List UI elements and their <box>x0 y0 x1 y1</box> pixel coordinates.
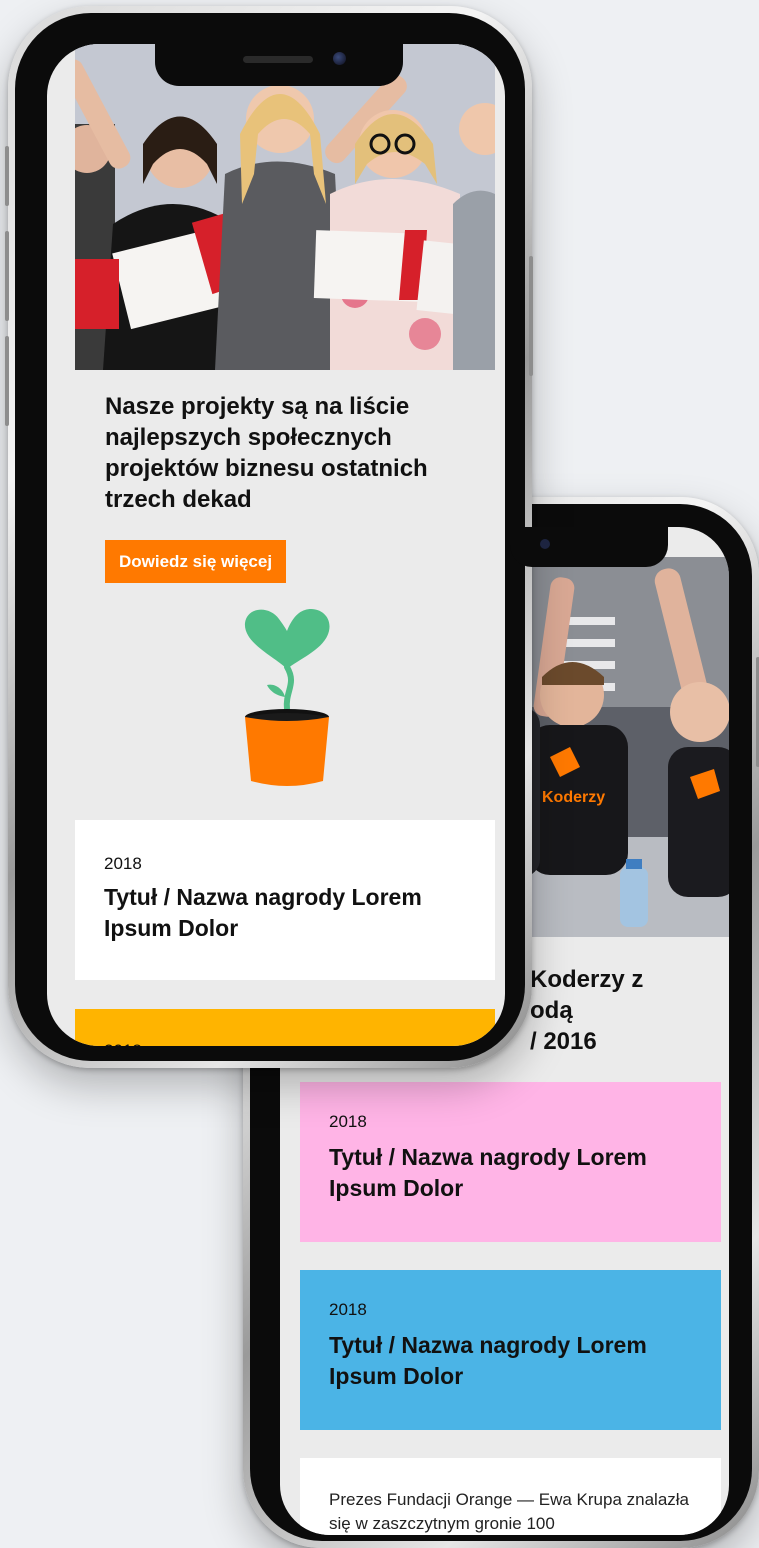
phone-front-bezel: Nasze projekty są na liście najlepszych … <box>15 13 525 1061</box>
award-card-white[interactable]: 2018 Tytuł / Nazwa nagrody Lorem Ipsum D… <box>75 820 495 980</box>
award-card-blue[interactable]: 2018 Tytuł / Nazwa nagrody Lorem Ipsum D… <box>300 1270 721 1430</box>
speaker-grille <box>243 56 313 63</box>
award-title: Tytuł / Nazwa nagrody Lorem Ipsum Dolor <box>329 1144 647 1201</box>
svg-text:Koderzy: Koderzy <box>542 789 605 806</box>
award-year: 2018 <box>329 1300 367 1319</box>
news-note-card[interactable]: Prezes Fundacji Orange — Ewa Krupa znala… <box>300 1458 721 1535</box>
phone-front-mockup: Nasze projekty są na liście najlepszych … <box>5 6 533 1068</box>
award-year: 2018 <box>104 854 142 873</box>
award-year: 2018 <box>329 1112 367 1131</box>
phone-front-notch <box>155 44 403 86</box>
learn-more-button[interactable]: Dowiedz się więcej <box>105 540 287 583</box>
award-year: 2018 <box>104 1041 142 1046</box>
front-camera-icon <box>333 52 346 65</box>
mute-switch <box>5 146 9 206</box>
award-title: Tytuł / Nazwa nagrody Lorem Ipsum Dolor <box>104 884 422 941</box>
page-headline: Nasze projekty są na liście najlepszych … <box>105 393 428 513</box>
heart-plant-illustration <box>244 609 330 786</box>
front-camera-icon <box>540 539 550 549</box>
news-note-text: Prezes Fundacji Orange — Ewa Krupa znala… <box>329 1490 690 1533</box>
volume-down-button <box>5 336 9 426</box>
phone-front-screen: Nasze projekty są na liście najlepszych … <box>47 44 505 1046</box>
award-card-yellow[interactable]: 2018 <box>75 1009 495 1046</box>
award-winners-photo[interactable] <box>75 44 495 370</box>
volume-up-button <box>5 231 9 321</box>
award-title: Tytuł / Nazwa nagrody Lorem Ipsum Dolor <box>329 1332 647 1389</box>
award-card-pink[interactable]: 2018 Tytuł / Nazwa nagrody Lorem Ipsum D… <box>300 1082 721 1242</box>
heart-plant-icon <box>237 609 337 794</box>
phone-back-notch <box>510 527 668 567</box>
article-title-text: Koderzy z odą / 2016 <box>530 966 644 1055</box>
power-button <box>529 256 533 376</box>
award-winners-illustration <box>75 44 495 370</box>
